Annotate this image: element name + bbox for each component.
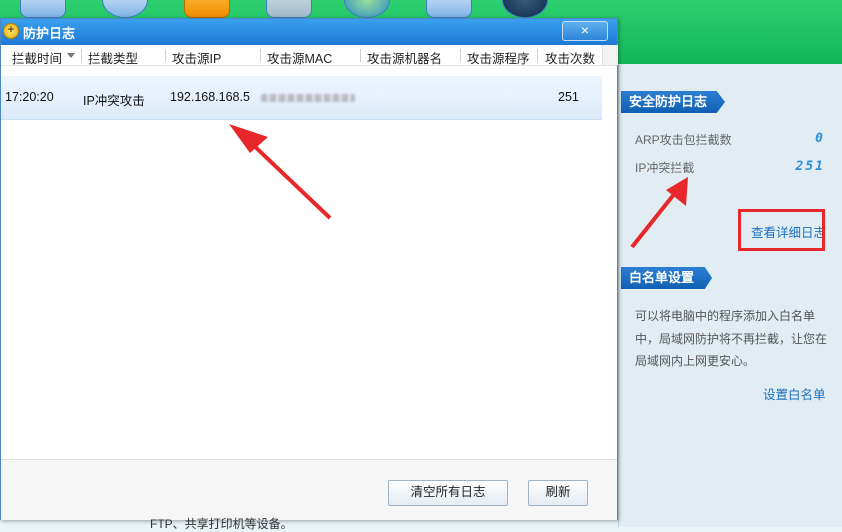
col-divider[interactable] xyxy=(460,49,461,62)
whitelist-header: 白名单设置 xyxy=(621,267,713,289)
highlight-box xyxy=(738,209,825,251)
col-source-program[interactable]: 攻击源程序 xyxy=(467,48,530,67)
scrollbar[interactable] xyxy=(602,45,618,65)
col-divider[interactable] xyxy=(165,49,166,62)
col-block-time[interactable]: 拦截时间 xyxy=(12,48,62,67)
arp-block-value: 0 xyxy=(815,131,825,146)
dialog-titlebar[interactable]: + 防护日志 × xyxy=(1,19,617,45)
app-tool-icon-1[interactable] xyxy=(20,0,66,18)
right-panel: 安全防护日志 ARP攻击包拦截数 0 IP冲突拦截 251 查看详细日志 白名单… xyxy=(618,64,842,527)
cell-type: IP冲突攻击 xyxy=(83,94,145,108)
sort-down-icon[interactable] xyxy=(67,53,75,58)
cell-count: 251 xyxy=(558,90,579,104)
protection-log-dialog: + 防护日志 × 拦截时间 拦截类型 攻击源IP 攻击源MAC 攻击源机器名 攻… xyxy=(0,18,618,520)
cell-time: 17:20:20 xyxy=(5,90,54,104)
table-row[interactable]: 17:20:20 IP冲突攻击 192.168.168.5 251 xyxy=(1,76,602,120)
table-header: 拦截时间 拦截类型 攻击源IP 攻击源MAC 攻击源机器名 攻击源程序 攻击次数 xyxy=(1,45,617,66)
col-divider[interactable] xyxy=(360,49,361,62)
col-block-type[interactable]: 拦截类型 xyxy=(88,48,138,67)
cell-ip: 192.168.168.5 xyxy=(170,90,250,104)
clear-all-logs-button[interactable]: 清空所有日志 xyxy=(388,480,508,506)
network-icon[interactable] xyxy=(426,0,472,18)
security-log-header: 安全防护日志 xyxy=(621,91,726,113)
col-source-ip[interactable]: 攻击源IP xyxy=(172,48,221,67)
ip-conflict-label: IP冲突拦截 xyxy=(635,161,695,175)
col-divider[interactable] xyxy=(260,49,261,62)
dialog-footer xyxy=(1,459,617,520)
cell-mac-redacted xyxy=(261,94,355,102)
whitelist-description: 可以将电脑中的程序添加入白名单中，局域网防护将不再拦截，让您在局域网内上网更安心… xyxy=(635,309,828,368)
dialog-title: 防护日志 xyxy=(23,26,76,41)
lightning-shield-icon[interactable] xyxy=(184,0,230,18)
heartbeat-icon[interactable] xyxy=(102,0,148,18)
col-source-machine[interactable]: 攻击源机器名 xyxy=(367,48,442,67)
arp-block-label: ARP攻击包拦截数 xyxy=(635,133,732,147)
col-divider[interactable] xyxy=(537,49,538,62)
footer-text: FTP、共享打印机等设备。 xyxy=(150,517,293,531)
set-whitelist-link[interactable]: 设置白名单 xyxy=(763,384,826,403)
speedometer-icon[interactable] xyxy=(502,0,548,18)
col-divider[interactable] xyxy=(81,49,82,62)
col-source-mac[interactable]: 攻击源MAC xyxy=(267,48,332,67)
close-button[interactable]: × xyxy=(562,21,608,41)
globe-icon[interactable] xyxy=(344,0,390,18)
col-attack-count[interactable]: 攻击次数 xyxy=(545,48,595,67)
shield-plus-icon: + xyxy=(3,23,19,39)
firewall-icon[interactable] xyxy=(266,0,312,18)
refresh-button[interactable]: 刷新 xyxy=(528,480,588,506)
ip-conflict-value: 251 xyxy=(795,159,825,174)
